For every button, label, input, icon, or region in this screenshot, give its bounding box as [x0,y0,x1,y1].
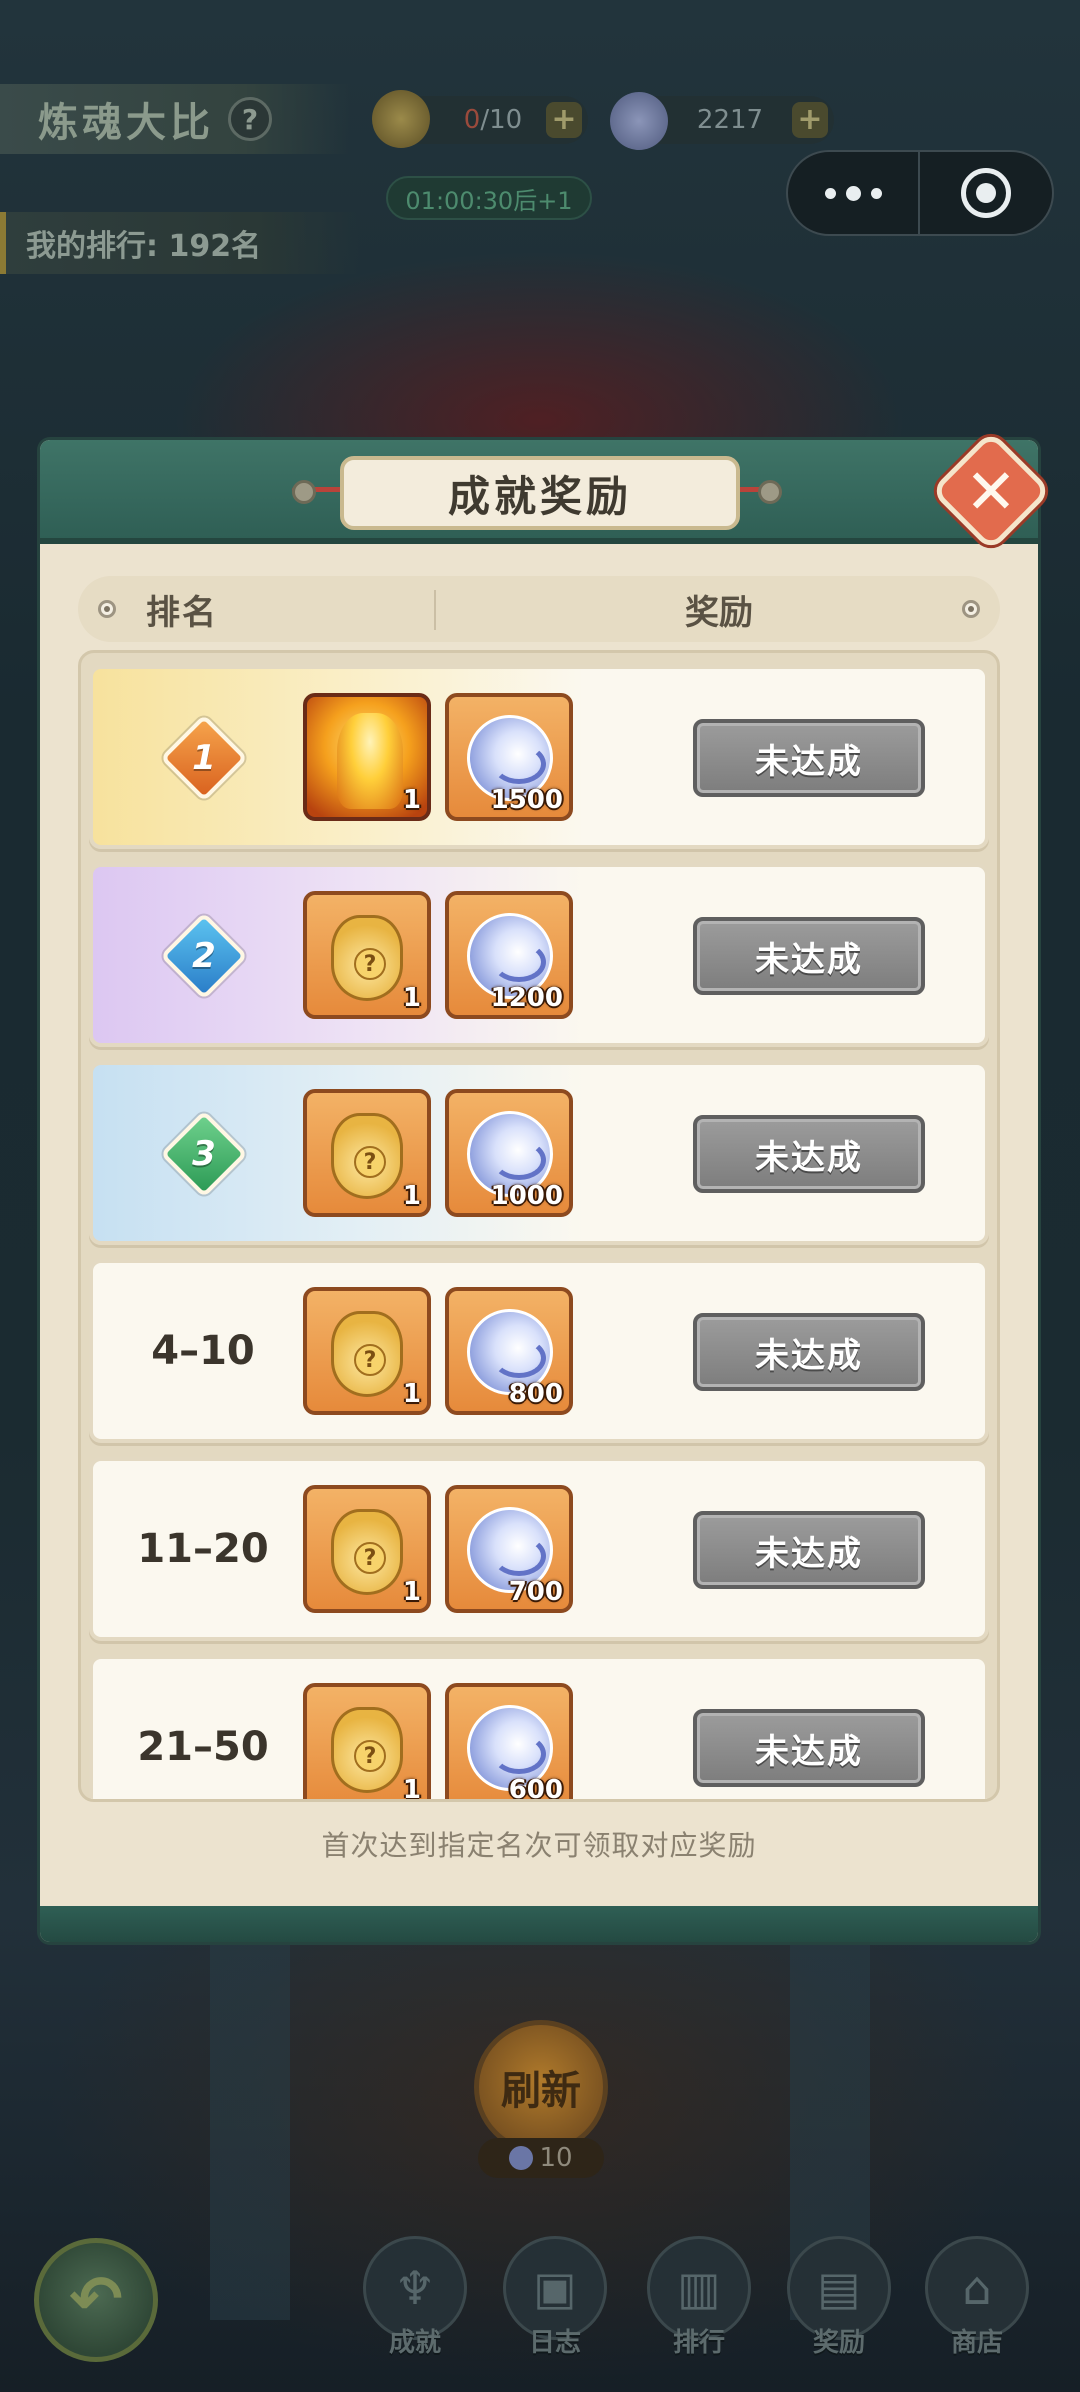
nav-label: 成就 [388,2328,441,2358]
nav-log[interactable]: ▣ 日志 [500,2236,610,2359]
soul-currency-reward-item[interactable]: 1000 [445,1089,573,1217]
dialog-title: 成就奖励 [340,456,740,530]
nav-label: 商店 [950,2328,1003,2358]
mystery-bag-icon [331,1509,403,1595]
nav-ranking[interactable]: ▥ 排行 [644,2236,754,2359]
back-arrow-icon: ↶ [69,2263,123,2337]
achievement-reward-dialog: 成就奖励 ✕ 排名 奖励 1 1 1500 未达成 2 ? 1 1200 未达成… [40,430,1052,1942]
nav-reward[interactable]: ▤ 奖励 [784,2236,894,2359]
mystery-bag-reward-item[interactable]: 1 [303,891,431,1019]
refresh-label: 刷新 [501,2067,581,2114]
status-not-achieved-button[interactable]: 未达成 [693,1115,925,1193]
more-options-button[interactable] [788,152,921,234]
reward-row-rank-4-10: 4–10 1 800 未达成 [89,1259,989,1443]
status-not-achieved-button[interactable]: 未达成 [693,1709,925,1787]
nav-label: 日志 [528,2328,581,2358]
header-divider [434,590,436,630]
golden-hero-icon [337,713,403,809]
mystery-bag-reward-item[interactable]: 1 [303,1089,431,1217]
item-quantity: 1 [402,1775,421,1802]
mystery-bag-icon [331,1113,403,1199]
refresh-cost-value: 10 [539,2143,573,2173]
reward-row-rank-21-50: 21–50 1 600 未达成 [89,1655,989,1802]
soul-currency-reward-item[interactable]: 1500 [445,693,573,821]
mystery-bag-icon [331,1311,403,1397]
status-not-achieved-button[interactable]: 未达成 [693,719,925,797]
nav-label: 排行 [672,2328,725,2358]
item-quantity: 600 [508,1775,563,1802]
mode-title-banner: 炼魂大比 ? [0,84,350,154]
mode-title: 炼魂大比 [38,99,214,146]
header-dot-icon [98,600,116,618]
item-quantity: 1 [402,1379,421,1409]
help-icon[interactable]: ? [228,97,272,141]
reward-list[interactable]: 1 1 1500 未达成 2 1 1200 未达成 [78,650,1000,1802]
nav-label: 奖励 [812,2328,865,2358]
mystery-bag-icon [331,1707,403,1793]
soul-currency-icon [610,92,668,150]
item-quantity: 1500 [490,785,563,815]
mystery-bag-icon [331,915,403,1001]
add-soul-currency-button[interactable]: + [792,102,828,138]
mystery-bag-reward-item[interactable]: 1 [303,1683,431,1802]
soul-currency-small-icon [509,2146,534,2170]
item-quantity: 800 [508,1379,563,1409]
soul-currency-reward-item[interactable]: 1200 [445,891,573,1019]
item-quantity: 1 [402,785,421,815]
nav-achievement[interactable]: ♆ 成就 [360,2236,470,2359]
item-quantity: 1 [402,983,421,1013]
dialog-footer-frame [40,1906,1038,1942]
more-dots-icon [824,187,836,199]
rank-label: 1 [192,738,216,778]
header-rank: 排名 [146,592,218,633]
soul-currency-reward-item[interactable]: 700 [445,1485,573,1613]
soul-currency-reward-item[interactable]: 800 [445,1287,573,1415]
status-not-achieved-button[interactable]: 未达成 [693,917,925,995]
mystery-bag-reward-item[interactable]: 1 [303,1485,431,1613]
stamina-max: /10 [480,105,523,135]
rank-1-badge-icon: 1 [160,714,248,802]
soul-currency-value: 2217 [696,105,764,135]
rank-range-label: 4–10 [151,1328,255,1374]
table-header: 排名 奖励 [78,576,1000,642]
item-quantity: 1 [402,1577,421,1607]
target-icon [961,168,1011,218]
reward-row-rank-2: 2 1 1200 未达成 [89,863,989,1047]
rank-range-label: 21–50 [137,1724,269,1770]
refresh-cost: 10 [478,2138,604,2178]
reward-row-rank-11-20: 11–20 1 700 未达成 [89,1457,989,1641]
refresh-button[interactable]: 刷新 [474,2020,608,2154]
item-quantity: 1200 [490,983,563,1013]
rank-2-badge-icon: 2 [160,912,248,1000]
my-rank: 我的排行: 192名 [0,212,360,274]
item-quantity: 1 [402,1181,421,1211]
reward-row-rank-1: 1 1 1500 未达成 [89,665,989,849]
close-miniapp-button[interactable] [920,152,1052,234]
add-stamina-button[interactable]: + [546,102,582,138]
header-dot-icon [962,600,980,618]
miniapp-capsule [786,150,1054,236]
rank-3-badge-icon: 3 [160,1110,248,1198]
rank-range-label: 11–20 [137,1526,269,1572]
stamina-icon [372,90,430,148]
mystery-bag-reward-item[interactable]: 1 [303,1287,431,1415]
back-button[interactable]: ↶ [34,2238,158,2362]
rank-label: 2 [192,936,216,976]
item-quantity: 700 [508,1577,563,1607]
stamina-current: 0 [463,105,481,135]
rank-label: 3 [192,1134,216,1174]
status-not-achieved-button[interactable]: 未达成 [693,1511,925,1589]
header-reward: 奖励 [685,592,753,633]
hero-reward-item[interactable]: 1 [303,693,431,821]
item-quantity: 1000 [490,1181,563,1211]
soul-currency-reward-item[interactable]: 600 [445,1683,573,1802]
close-icon: ✕ [965,454,1017,528]
stamina-timer: 01:00:30后+1 [386,176,592,220]
reward-hint: 首次达到指定名次可领取对应奖励 [321,1829,757,1862]
reward-row-rank-3: 3 1 1000 未达成 [89,1061,989,1245]
status-not-achieved-button[interactable]: 未达成 [693,1313,925,1391]
nav-shop[interactable]: ⌂ 商店 [922,2236,1032,2359]
